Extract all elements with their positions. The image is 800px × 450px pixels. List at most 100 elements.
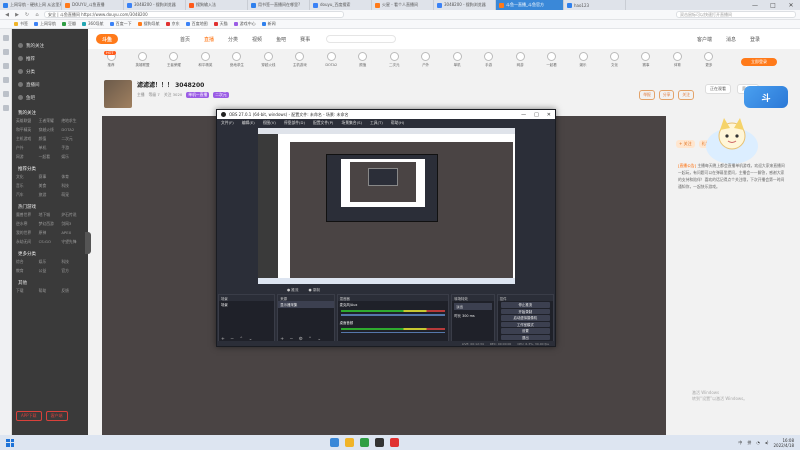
category-item[interactable]: 手游 [478,52,500,74]
sidebar-link[interactable]: 教育 [16,268,39,274]
sidebar-link[interactable]: 赛事 [39,174,62,180]
ime-mode[interactable]: 拼 [747,440,751,446]
bookmark-item[interactable]: 豆瓣 [62,21,76,27]
sidebar-link[interactable]: 一起看 [39,154,62,160]
volume-icon[interactable]: ◂) [765,440,769,445]
sidebar-link[interactable]: 网游 [16,154,39,160]
obs-menu-item[interactable]: 编辑(E) [242,120,255,126]
browser-tab[interactable]: 3048200 - 搜狗浏览器 [124,0,186,10]
sidebar-link[interactable]: 娱乐 [61,154,84,160]
forward-icon[interactable]: ▶ [14,12,20,18]
category-item[interactable]: 二次元 [383,52,405,74]
sidebar-link[interactable]: 炉石传说 [61,212,84,218]
bookmark-item[interactable]: 百度地图 [185,21,208,27]
bookmark-item[interactable]: 游戏中心 [233,21,256,27]
sidebar-link[interactable]: DOTA2 [61,127,84,133]
minimize-icon[interactable]: — [746,0,764,10]
site-search-input[interactable] [326,35,397,43]
browser-tab[interactable]: 用书签一直播间在哪里? [248,0,310,10]
sidebar-link[interactable]: 萌宠 [61,192,84,198]
streamer-tool-button[interactable]: 举报 [639,90,655,100]
ime-indicator[interactable]: 中 [738,440,742,446]
sidebar-link[interactable]: 手游 [61,145,84,151]
sidebar-link[interactable]: 帮助 [39,288,62,294]
sidebar-link[interactable]: 音乐 [16,183,39,189]
sidebar-link[interactable]: 守望先锋 [61,239,84,245]
category-item[interactable]: 主机游戏 [289,52,311,74]
douyu-taskbar-icon[interactable] [390,438,399,447]
sidebar-link[interactable]: 魔兽世界 [16,212,39,218]
browser-tab[interactable]: 上网导航 - 硬核上网 从这里开始 [0,0,62,10]
extension-icon[interactable] [2,77,9,83]
browser-tab[interactable]: 火星 - 看个人直播间 [372,0,434,10]
obs-menu-item[interactable]: 停靠部件(D) [284,120,305,126]
follow-button[interactable]: + 关注 [676,140,695,148]
sidebar-item[interactable]: 分类 [12,65,88,78]
sidebar-link[interactable]: 下载 [16,288,39,294]
header-login-link[interactable]: 登录 [750,36,760,43]
sidebar-link[interactable]: 旅游 [39,192,62,198]
nav-link[interactable]: 鱼吧 [276,36,286,43]
sidebar-item[interactable]: 直播间 [12,78,88,91]
sidebar-link[interactable]: 主机游戏 [16,136,39,142]
browser-taskbar-icon[interactable] [330,438,339,447]
category-item[interactable]: 绝地求生 [226,52,248,74]
network-icon[interactable]: ◔ [756,440,760,445]
category-item[interactable]: 王者荣耀 [163,52,185,74]
site-logo[interactable]: 斗鱼 [96,34,118,44]
app-taskbar-icon[interactable] [360,438,369,447]
bookmark-item[interactable]: 书签 [14,21,28,27]
sidebar-link[interactable]: 穿越火线 [39,127,62,133]
refresh-icon[interactable]: ↻ [24,12,30,18]
sidebar-link[interactable]: 科技 [61,259,84,265]
volume-slider[interactable] [340,331,446,333]
sidebar-link[interactable]: 美食 [39,183,62,189]
home-icon[interactable]: ⌂ [34,12,40,18]
sidebar-link[interactable]: 剑网3 [61,221,84,227]
nav-link[interactable]: 直播 [204,36,214,43]
category-item[interactable]: 更多 [698,52,720,74]
category-item[interactable]: 娱乐 [572,52,594,74]
obs-control-button[interactable]: 工作室模式 [500,321,550,327]
nav-link[interactable]: 首页 [180,36,190,43]
sidebar-link[interactable]: 公益 [39,268,62,274]
sidebar-link[interactable]: 地下城 [39,212,62,218]
bookmark-item[interactable]: 上网导航 [34,21,56,27]
history-icon[interactable] [2,49,9,55]
scene-item[interactable]: 场景 [219,301,274,308]
category-item[interactable]: 赛事 [635,52,657,74]
sidebar-item[interactable]: 推荐 [12,52,88,65]
nav-link[interactable]: 视频 [252,36,262,43]
url-field[interactable]: 安全 | 斗鱼直播间 https://www.douyu.com/3048200 [44,11,344,18]
sidebar-link[interactable]: 文化 [16,174,39,180]
app-download-button[interactable]: APP下载 [16,411,42,421]
obs-control-button[interactable]: 停止推流 [500,302,550,308]
bookmark-item[interactable]: 新闻 [261,21,276,27]
bookmark-item[interactable]: 百度一下 [109,21,132,27]
sidebar-link[interactable]: 绝地求生 [61,118,84,124]
obs-menu-item[interactable]: 视图(V) [263,120,276,126]
sidebar-item[interactable]: 鱼吧 [12,91,88,104]
category-item[interactable]: 网游 [509,52,531,74]
notes-icon[interactable] [2,105,9,111]
obs-menu-item[interactable]: 配置文件(P) [313,120,333,126]
close-icon[interactable]: ✕ [547,112,551,118]
avatar[interactable] [104,80,132,108]
transition-select[interactable]: 淡出 [454,303,492,310]
header-client-link[interactable]: 客户端 [697,36,712,43]
obs-preview[interactable] [258,128,515,284]
sidebar-link[interactable]: 综合 [16,259,39,265]
obs-control-button[interactable]: 启动虚拟摄像机 [500,315,550,321]
close-icon[interactable]: ✕ [782,0,800,10]
sidebar-link[interactable]: 汽车 [16,192,39,198]
sidebar-link[interactable]: 反馈 [61,288,84,294]
obs-control-button[interactable]: 设置 [500,328,550,334]
back-icon[interactable]: ◀ [4,12,10,18]
maximize-icon[interactable]: □ [534,112,539,118]
duration-field[interactable]: 时长 300 ms [452,312,493,319]
browser-tab[interactable]: douyu_百度搜索 [310,0,372,10]
category-item[interactable]: 文化 [604,52,626,74]
sidebar-link[interactable]: APEX [61,230,84,236]
category-item[interactable]: 户外 [415,52,437,74]
category-item[interactable]: 体育 [666,52,688,74]
